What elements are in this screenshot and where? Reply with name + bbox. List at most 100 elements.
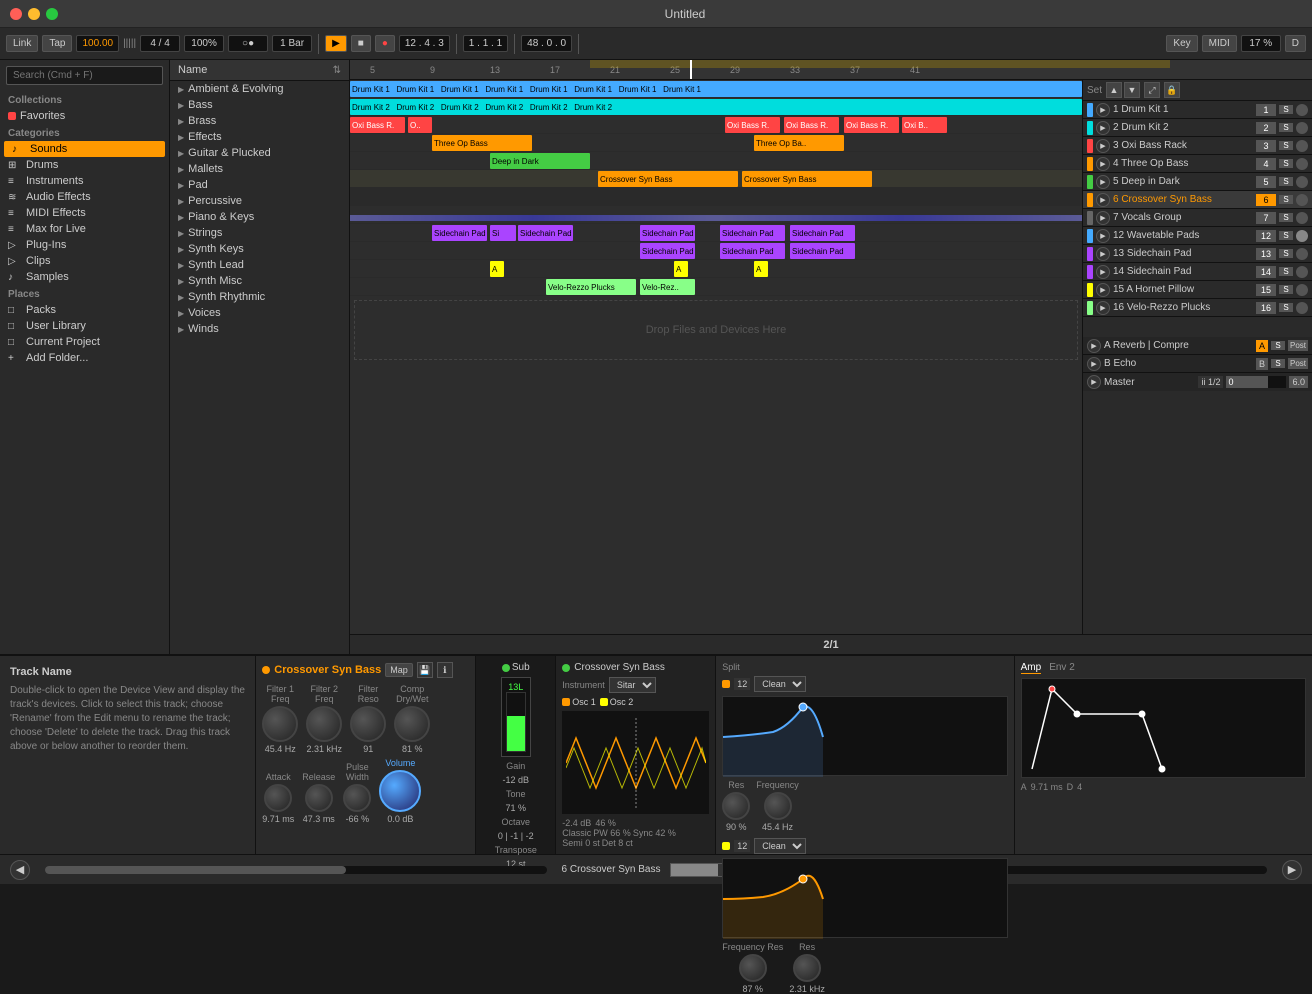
track-mute-6[interactable] [1296,194,1308,206]
track-num-13[interactable]: 13 [1256,248,1276,260]
key-button[interactable]: Key [1166,35,1197,52]
filter2-mode-select[interactable]: Clean [754,838,806,854]
knob-pw[interactable] [343,784,371,812]
clip-hornet-1[interactable]: A [490,261,504,277]
position-display[interactable]: 12 . 4 . 3 [399,35,450,52]
sidebar-item-packs[interactable]: □ Packs [0,302,169,318]
sidebar-item-midi-effects[interactable]: ≡ MIDI Effects [0,205,169,221]
track-mute-4[interactable] [1296,158,1308,170]
filter2-handle[interactable] [799,875,807,883]
d-button[interactable]: D [1285,35,1306,52]
track-mute-15[interactable] [1296,284,1308,296]
browser-item-10[interactable]: ▶Synth Keys [170,241,349,257]
track-s-15[interactable]: S [1279,285,1293,294]
track-name-13[interactable]: 13 Sidechain Pad [1113,248,1253,259]
clip-oxi-6[interactable]: Oxi B.. [902,117,947,133]
clip-sidechain-14-3[interactable]: Sidechain Pad [790,243,855,259]
env2-tab[interactable]: Env 2 [1049,662,1075,674]
filter1-handle[interactable] [799,703,807,711]
track-name-6[interactable]: 6 Crossover Syn Bass [1113,194,1253,205]
track-play-2[interactable]: ▶ [1096,121,1110,135]
track-play-1[interactable]: ▶ [1096,103,1110,117]
clip-sidechain-14-1[interactable]: Sidechain Pad [640,243,695,259]
sidebar-item-audio-effects[interactable]: ≋ Audio Effects [0,189,169,205]
clip-three-op-2[interactable]: Three Op Ba.. [754,135,844,151]
master-play[interactable]: ▶ [1087,375,1101,389]
split-label[interactable]: Split [722,662,740,672]
browser-item-9[interactable]: ▶Strings [170,225,349,241]
sidebar-item-plugins[interactable]: ▷ Plug-Ins [0,237,169,253]
track-s-14[interactable]: S [1279,267,1293,276]
clip-hornet-3[interactable]: A [754,261,768,277]
send-name-a[interactable]: A Reverb | Compre [1104,340,1253,351]
track-s-3[interactable]: S [1279,141,1293,150]
clip-deep-in-dark[interactable]: Deep in Dark [490,153,590,169]
track-play-14[interactable]: ▶ [1096,265,1110,279]
clip-three-op-1[interactable]: Three Op Bass [432,135,532,151]
clip-oxi-1[interactable]: Oxi Bass R. [350,117,405,133]
track-name-4[interactable]: 4 Three Op Bass [1113,158,1253,169]
stop-button[interactable]: ■ [351,35,371,52]
loop-region[interactable] [590,60,1170,68]
clip-oxi-4[interactable]: Oxi Bass R. [784,117,839,133]
track-mute-3[interactable] [1296,140,1308,152]
knob-freq1[interactable] [764,792,792,820]
track-name-7[interactable]: 7 Vocals Group [1113,212,1253,223]
track-mute-2[interactable] [1296,122,1308,134]
nav-lock[interactable]: 🔒 [1164,82,1180,98]
browser-item-13[interactable]: ▶Synth Rhythmic [170,289,349,305]
instrument-select[interactable]: Sitar [609,677,656,693]
nav-down[interactable]: ▼ [1124,82,1140,98]
clip-sidechain-1[interactable]: Sidechain Pad [432,225,487,241]
track-play-4[interactable]: ▶ [1096,157,1110,171]
knob-res1[interactable] [722,792,750,820]
bpm-display[interactable]: 100.00 [76,35,119,52]
loop-display[interactable]: 1 Bar [272,35,312,52]
track-name-2[interactable]: 2 Drum Kit 2 [1113,122,1253,133]
track-play-3[interactable]: ▶ [1096,139,1110,153]
track-num-15[interactable]: 15 [1256,284,1276,296]
clip-sidechain-6[interactable]: Sidechain Pad [790,225,855,241]
knob-comp[interactable] [394,706,430,742]
clip-sidechain-14-2[interactable]: Sidechain Pad [720,243,785,259]
browser-item-0[interactable]: ▶Ambient & Evolving [170,81,349,97]
track-s-4[interactable]: S [1279,159,1293,168]
filter1-mode-select[interactable]: Clean [754,676,806,692]
track-s-6[interactable]: S [1279,195,1293,204]
knob-res2[interactable] [739,954,767,982]
track-num-12[interactable]: 12 [1256,230,1276,242]
nav-expand[interactable]: ⤢ [1144,82,1160,98]
knob-f1[interactable] [262,706,298,742]
clip-velo-2[interactable]: Velo-Rez.. [640,279,695,295]
track-name-14[interactable]: 14 Sidechain Pad [1113,266,1253,277]
track-name-12[interactable]: 12 Wavetable Pads [1113,230,1253,241]
metronome-display[interactable]: ○● [228,35,268,52]
track-s-12[interactable]: S [1279,231,1293,240]
track-name-5[interactable]: 5 Deep in Dark [1113,176,1253,187]
sidebar-item-user-library[interactable]: □ User Library [0,318,169,334]
track-s-7[interactable]: S [1279,213,1293,222]
clip-drum-kit-1[interactable]: Drum Kit 1 Drum Kit 1 Drum Kit 1 Drum Ki… [350,81,1082,97]
record-button[interactable]: ● [375,35,395,52]
sidebar-item-clips[interactable]: ▷ Clips [0,253,169,269]
clip-velo-1[interactable]: Velo-Rezzo Plucks [546,279,636,295]
browser-item-8[interactable]: ▶Piano & Keys [170,209,349,225]
sidebar-item-favorites[interactable]: Favorites [0,108,169,124]
link-button[interactable]: Link [6,35,38,52]
maximize-button[interactable] [46,8,58,20]
knob-freq2[interactable] [793,954,821,982]
amp-release-point[interactable] [1159,766,1165,772]
clip-sidechain-2[interactable]: Si [490,225,516,241]
sidebar-item-max-for-live[interactable]: ≡ Max for Live [0,221,169,237]
synth-info-icon[interactable]: ℹ [437,662,453,678]
map-button[interactable]: Map [385,663,413,677]
track-name-16[interactable]: 16 Velo-Rezzo Plucks [1113,302,1253,313]
knob-f2[interactable] [306,706,342,742]
browser-item-12[interactable]: ▶Synth Misc [170,273,349,289]
track-name-15[interactable]: 15 A Hornet Pillow [1113,284,1253,295]
amp-sustain-point[interactable] [1139,711,1145,717]
track-s-5[interactable]: S [1279,177,1293,186]
browser-item-7[interactable]: ▶Percussive [170,193,349,209]
clip-sidechain-4[interactable]: Sidechain Pad [640,225,695,241]
track-play-12[interactable]: ▶ [1096,229,1110,243]
